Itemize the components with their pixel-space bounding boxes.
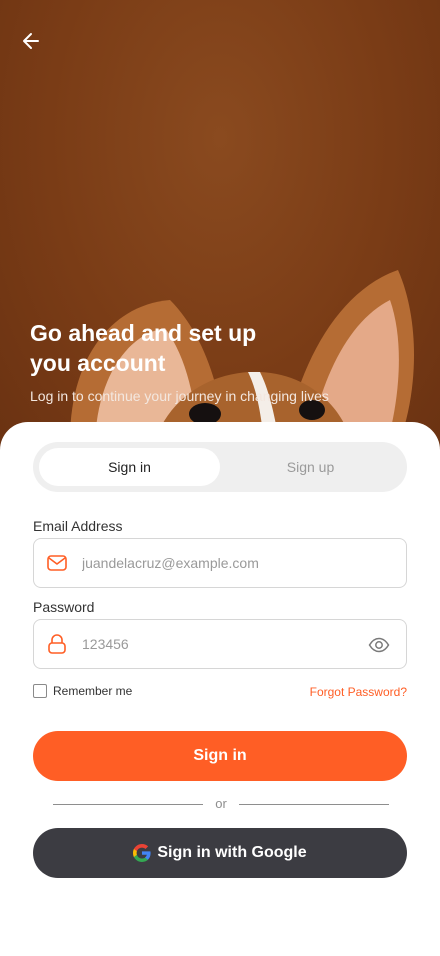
divider-line-right [239,804,389,805]
page-title: Go ahead and set up you account [30,320,257,376]
hero-banner: Go ahead and set up you account Log in t… [0,0,440,460]
google-button-label: Sign in with Google [157,844,307,861]
checkbox-box[interactable] [33,684,47,698]
tab-sign-up[interactable]: Sign up [220,448,401,486]
arrow-left-icon [23,33,39,49]
lock-icon [46,633,68,655]
password-input[interactable] [82,636,406,652]
google-sign-in-button[interactable]: Sign in with Google [33,828,407,878]
email-label: Email Address [33,518,123,534]
forgot-password-link[interactable]: Forgot Password? [310,685,407,699]
remember-me-label: Remember me [53,684,133,698]
google-icon [133,844,151,862]
sign-in-button[interactable]: Sign in [33,731,407,781]
or-divider: or [53,796,389,812]
eye-icon[interactable] [368,634,390,656]
login-sheet: Sign in Sign up Email Address Password [0,422,440,956]
back-button[interactable] [16,28,46,54]
email-field-wrapper [33,538,407,588]
email-input[interactable] [82,555,406,571]
password-field-wrapper [33,619,407,669]
mail-icon [46,552,68,574]
remember-me-checkbox[interactable]: Remember me [33,684,132,698]
auth-tabs: Sign in Sign up [33,442,407,492]
page-subtitle: Log in to continue your journey in chang… [30,388,329,404]
tab-sign-in[interactable]: Sign in [39,448,220,486]
password-label: Password [33,599,95,615]
